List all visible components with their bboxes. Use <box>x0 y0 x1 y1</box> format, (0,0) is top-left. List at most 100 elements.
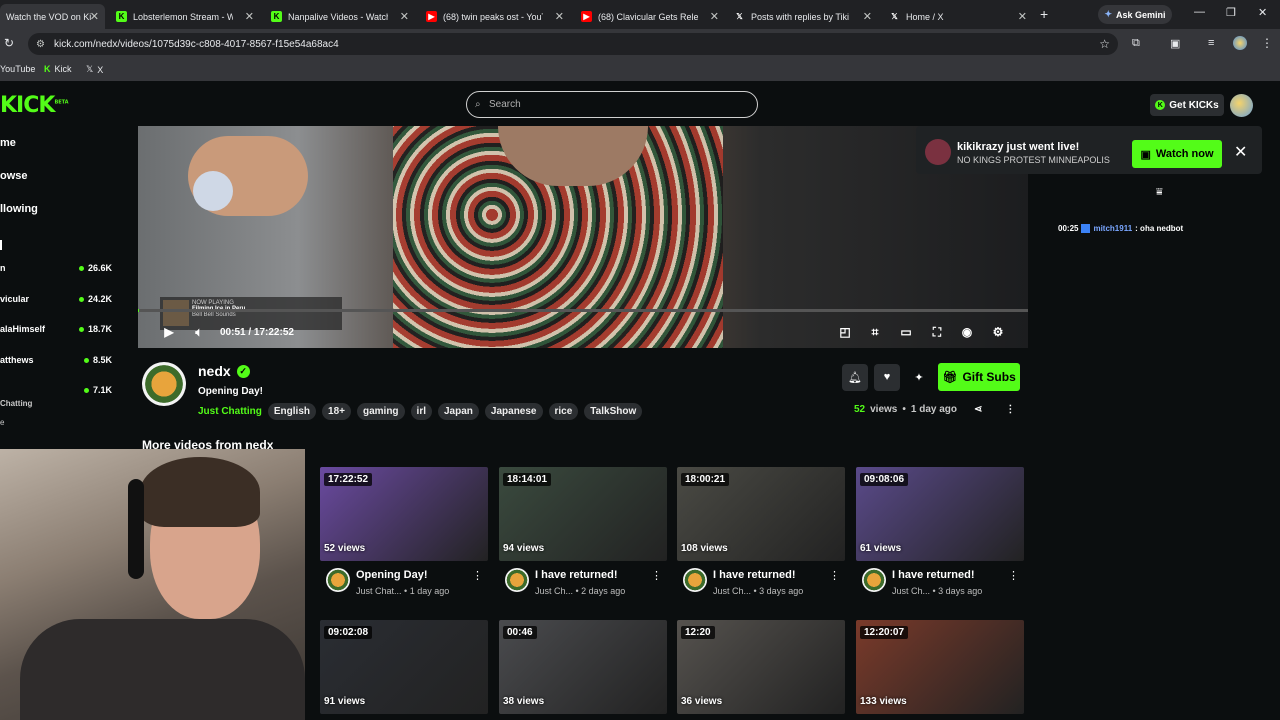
video-thumbnail[interactable]: 18:00:21 108 views <box>677 467 845 561</box>
bookmark-star-icon[interactable]: ☆ <box>1099 37 1110 51</box>
search-input[interactable]: ⌕ Search <box>466 91 758 118</box>
settings-gear-icon[interactable]: ⚙ <box>989 325 1007 339</box>
tag[interactable]: Japan <box>438 403 479 420</box>
video-thumbnail[interactable]: 12:20 36 views <box>677 620 845 714</box>
video-thumbnail[interactable]: 00:46 38 views <box>499 620 667 714</box>
watch-now-button[interactable]: ▣ Watch now <box>1132 140 1222 168</box>
card-more-options-icon[interactable]: ⋮ <box>829 569 840 582</box>
nav-following[interactable]: llowing <box>0 203 38 215</box>
tab-youtube-clavicular[interactable]: ▶ (68) Clavicular Gets Release ✕ <box>575 4 725 29</box>
theater-mode-icon[interactable]: ▭ <box>897 325 915 339</box>
tab-youtube-twinpeaks[interactable]: ▶ (68) twin peaks ost - YouTub ✕ <box>420 4 570 29</box>
tag[interactable]: irl <box>410 403 432 420</box>
card-more-options-icon[interactable]: ⋮ <box>651 569 662 582</box>
menu-icon[interactable]: ⋮ <box>1261 36 1273 50</box>
chat-username[interactable]: mitch1911 <box>1093 224 1132 233</box>
close-icon[interactable]: ✕ <box>90 10 99 23</box>
address-bar[interactable]: ⚙ kick.com/nedx/videos/1075d39c-c808-401… <box>28 33 1118 55</box>
video-thumbnail[interactable]: 18:14:01 94 views <box>499 467 667 561</box>
close-icon[interactable]: ✕ <box>1234 142 1247 162</box>
new-tab-icon[interactable]: + <box>1040 6 1048 22</box>
bookmark-youtube[interactable]: YouTube <box>0 64 35 74</box>
tab-kick-vod[interactable]: Watch the VOD on Ki ✕ <box>0 4 105 29</box>
miniplayer-icon[interactable]: ◰ <box>836 325 854 339</box>
close-icon[interactable]: ✕ <box>710 10 719 23</box>
video-thumbnail[interactable]: 12:20:07 133 views <box>856 620 1024 714</box>
share-icon[interactable]: ⋖ <box>974 404 982 415</box>
nav-home[interactable]: me <box>0 137 16 149</box>
video-card[interactable]: 18:00:21 108 views I have returned! Just Ch… <box>677 467 845 597</box>
gift-subs-button[interactable]: 🎁︎ Gift Subs <box>938 363 1020 391</box>
card-title[interactable]: Opening Day! <box>356 569 428 581</box>
sparkle-button[interactable]: ✦ <box>906 364 932 391</box>
extensions-icon[interactable]: ⧉ <box>1132 37 1140 50</box>
video-card[interactable]: 00:46 38 views <box>499 620 667 714</box>
video-card[interactable]: 17:22:52 52 views Opening Day! Just Chat...… <box>320 467 488 597</box>
close-icon[interactable]: ✕ <box>1018 10 1027 23</box>
get-kicks-button[interactable]: K Get KICKs <box>1150 94 1224 116</box>
chat-filter-icon[interactable]: ⩸ <box>1156 186 1163 199</box>
channel-avatar[interactable] <box>142 362 186 406</box>
user-avatar[interactable] <box>1230 94 1253 117</box>
volume-icon[interactable]: 🔈︎ <box>190 325 208 340</box>
tag[interactable]: gaming <box>356 403 405 420</box>
video-thumbnail[interactable]: 17:22:52 52 views <box>320 467 488 561</box>
window-close-icon[interactable]: ✕ <box>1258 6 1267 19</box>
card-channel-avatar[interactable] <box>862 568 886 592</box>
tag[interactable]: TalkShow <box>584 403 643 420</box>
video-card[interactable]: 12:20 36 views <box>677 620 845 714</box>
tag[interactable]: English <box>267 403 317 420</box>
maximize-icon[interactable]: ❐ <box>1226 6 1236 19</box>
sidebar-channel[interactable]: vicular 24.2K <box>0 294 112 304</box>
close-icon[interactable]: ✕ <box>245 10 254 23</box>
follow-button[interactable]: ♥ <box>874 363 900 391</box>
video-player[interactable]: NOW PLAYING Filming Ice in Peru Bell Bel… <box>138 126 1028 348</box>
card-more-options-icon[interactable]: ⋮ <box>1008 569 1019 582</box>
bookmark-kick[interactable]: K Kick <box>44 64 72 74</box>
tab-x-posts[interactable]: 𝕏 Posts with replies by Tiki Ne ✕ <box>728 4 878 29</box>
tab-lobsterlemon[interactable]: K Lobsterlemon Stream - Watc ✕ <box>110 4 260 29</box>
nav-browse[interactable]: owse <box>0 170 28 182</box>
play-icon[interactable]: ▶ <box>160 325 178 339</box>
notification-bell-button[interactable]: 🔔︎ <box>842 363 868 391</box>
ask-gemini-button[interactable]: ✦ Ask Gemini <box>1098 5 1172 24</box>
category-link[interactable]: Just Chatting <box>198 406 262 417</box>
card-channel-avatar[interactable] <box>683 568 707 592</box>
card-channel-avatar[interactable] <box>326 568 350 592</box>
video-card[interactable]: 09:02:08 91 views <box>320 620 488 714</box>
tag[interactable]: rice <box>548 403 579 420</box>
video-card[interactable]: 09:08:06 61 views I have returned! Just Ch.… <box>856 467 1024 597</box>
sidebar-channel[interactable]: n 26.6K <box>0 263 112 273</box>
minimize-icon[interactable]: — <box>1194 6 1205 18</box>
bookmark-x[interactable]: 𝕏X <box>86 64 103 75</box>
tab-x-home[interactable]: 𝕏 Home / X ✕ <box>883 4 1033 29</box>
close-icon[interactable]: ✕ <box>400 10 409 23</box>
split-view-icon[interactable]: ▣ <box>1170 37 1180 50</box>
card-title[interactable]: I have returned! <box>713 569 796 581</box>
tag[interactable]: 18+ <box>322 403 351 420</box>
sidebar-channel[interactable]: 7.1K <box>0 385 112 395</box>
card-title[interactable]: I have returned! <box>892 569 975 581</box>
reload-icon[interactable]: ↻ <box>4 36 14 50</box>
sidebar-channel[interactable]: atthews 8.5K <box>0 355 112 365</box>
card-title[interactable]: I have returned! <box>535 569 618 581</box>
card-more-options-icon[interactable]: ⋮ <box>472 569 483 582</box>
tab-nanpalive[interactable]: K Nanpalive Videos - Watch C ✕ <box>265 4 415 29</box>
video-card[interactable]: 12:20:07 133 views <box>856 620 1024 714</box>
more-options-icon[interactable]: ⋮ <box>1005 404 1015 415</box>
seek-bar[interactable] <box>138 309 1028 312</box>
video-thumbnail[interactable]: 09:08:06 61 views <box>856 467 1024 561</box>
tag[interactable]: Japanese <box>484 403 543 420</box>
clip-icon[interactable]: ⌗ <box>866 325 884 340</box>
card-channel-avatar[interactable] <box>505 568 529 592</box>
close-icon[interactable]: ✕ <box>863 10 872 23</box>
close-icon[interactable]: ✕ <box>555 10 564 23</box>
playback-speed-icon[interactable]: ◉ <box>958 325 976 339</box>
profile-avatar[interactable] <box>1233 36 1247 50</box>
site-info-icon[interactable]: ⚙ <box>36 39 45 50</box>
video-card[interactable]: 18:14:01 94 views I have returned! Just Ch.… <box>499 467 667 597</box>
channel-name[interactable]: nedx <box>198 363 231 379</box>
kick-logo[interactable]: KICKBETA <box>0 93 69 118</box>
video-thumbnail[interactable]: 09:02:08 91 views <box>320 620 488 714</box>
media-icon[interactable]: ≡ <box>1208 37 1214 49</box>
